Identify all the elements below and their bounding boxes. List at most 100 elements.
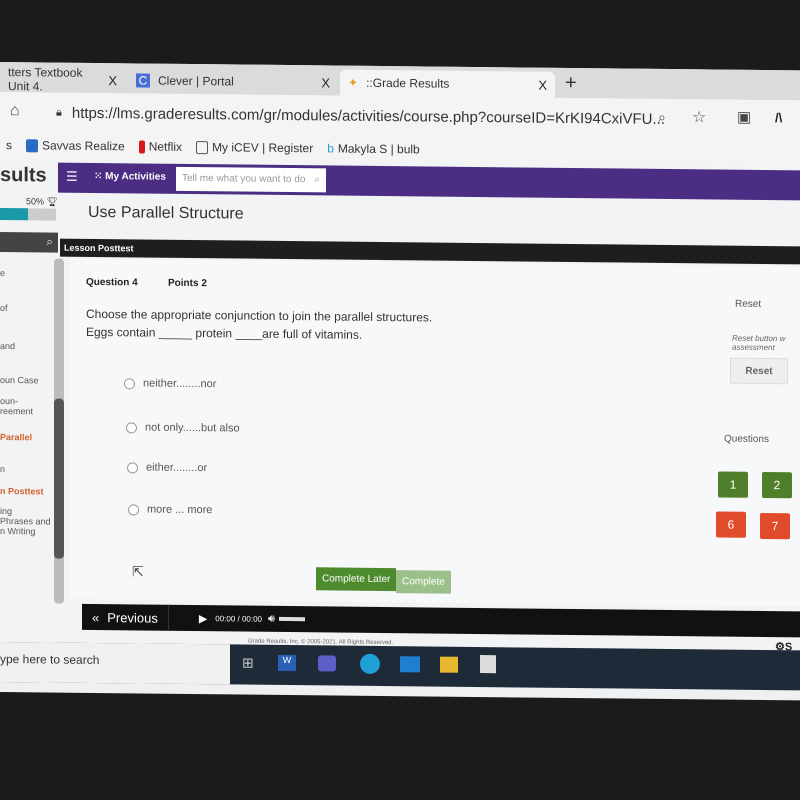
bookmark-savvas[interactable]: Savvas Realize — [26, 138, 125, 153]
close-icon[interactable]: X — [108, 73, 117, 88]
tab-label: tters Textbook Unit 4. — [8, 65, 83, 94]
favorite-icon[interactable]: ☆ — [692, 107, 706, 127]
grade-results-icon: ✦ — [348, 75, 359, 90]
sidebar-item[interactable]: ing Phrases and n Writing — [0, 506, 51, 537]
bookmark-icev[interactable]: My iCEV | Register — [196, 140, 313, 156]
question-points: Points 2 — [168, 277, 207, 290]
option-not-only-but-also[interactable]: not only......but also — [126, 421, 240, 435]
sidebar-item[interactable]: and — [0, 341, 15, 351]
close-icon[interactable]: X — [538, 77, 547, 92]
option-label: more ... more — [147, 503, 213, 517]
teams-icon[interactable] — [318, 655, 336, 672]
tab-clever[interactable]: C Clever | Portal X — [128, 67, 338, 95]
bookmark[interactable]: s — [6, 138, 12, 152]
sidebar-item[interactable]: n Posttest — [0, 486, 44, 496]
mail-icon[interactable] — [400, 656, 420, 673]
sidebar-item[interactable]: of — [0, 303, 8, 313]
close-icon[interactable]: X — [321, 75, 330, 90]
chevrons-left-icon: « — [92, 609, 100, 625]
question-number: Question 4 — [86, 276, 138, 289]
taskbar-search[interactable]: ype here to search — [0, 642, 230, 685]
extension-icon[interactable]: ▣ — [737, 108, 751, 126]
bookmark-netflix[interactable]: Netflix — [138, 139, 183, 154]
store-icon[interactable] — [480, 655, 496, 674]
savvas-icon — [26, 139, 38, 153]
option-more-more[interactable]: more ... more — [128, 503, 212, 516]
sidebar-item[interactable]: e — [0, 268, 5, 278]
radio-button[interactable] — [126, 421, 137, 433]
sidebar-item[interactable]: oun- reement — [0, 396, 33, 416]
reset-note: Reset button w assessment — [732, 333, 786, 353]
option-label: either........or — [146, 461, 208, 475]
scrollbar-thumb[interactable] — [54, 398, 64, 559]
tab-textbook[interactable]: tters Textbook Unit 4. X — [0, 65, 125, 94]
question-sentence: Eggs contain _____ protein ____are full … — [86, 324, 363, 342]
bulb-icon: b — [327, 141, 334, 156]
sidebar: e of and oun Case oun- reement Parallel … — [0, 198, 60, 599]
tab-grade-results[interactable]: ✦::Grade Results X — [340, 69, 555, 98]
previous-button[interactable]: « Previous — [82, 603, 169, 631]
sidebar-item-active[interactable]: Parallel — [0, 432, 32, 442]
page-title: Use Parallel Structure — [88, 203, 244, 223]
bookmark-label: Netflix — [148, 139, 183, 154]
sidebar-item[interactable]: oun Case — [0, 375, 39, 385]
file-explorer-icon[interactable] — [440, 656, 458, 673]
sidebar-item[interactable]: n — [0, 464, 5, 474]
time-display: 00:00 / 00:00 — [215, 613, 262, 624]
app: sults ☰ ⁙ My Activities Tell me what you… — [0, 158, 800, 653]
radio-button[interactable] — [128, 503, 139, 515]
bookmark-label: My iCEV | Register — [212, 140, 314, 156]
new-tab-button[interactable]: + — [565, 72, 577, 95]
nav-label: My Activities — [105, 171, 166, 183]
taskbar: ype here to search ⊞ W — [0, 642, 800, 691]
complete-later-button[interactable]: Complete Later — [316, 567, 397, 592]
option-neither-nor[interactable]: neither........nor — [124, 377, 216, 390]
netflix-icon — [138, 140, 145, 154]
bookmark-label: Savvas Realize — [42, 138, 125, 154]
grid-icon: ⁙ — [94, 170, 106, 183]
my-activities-link[interactable]: ⁙ My Activities — [94, 171, 166, 183]
option-either-or[interactable]: either........or — [127, 461, 207, 474]
tab-label: Clever | Portal — [158, 73, 234, 89]
profile-icon[interactable]: /\ — [775, 110, 782, 125]
question-button-2[interactable]: 2 — [762, 471, 792, 499]
radio-button[interactable] — [124, 377, 135, 389]
question-button-6[interactable]: 6 — [716, 511, 746, 538]
play-icon[interactable]: ▶ — [199, 612, 207, 625]
clever-icon: C — [136, 73, 150, 88]
logo: sults — [0, 164, 47, 187]
scrollbar[interactable] — [54, 258, 64, 604]
question-button-1[interactable]: 1 — [718, 471, 748, 498]
volume-icon[interactable]: 🔊︎ — [268, 612, 275, 625]
home-icon[interactable]: ⌂ — [10, 102, 20, 120]
reset-link[interactable]: Reset — [735, 299, 761, 310]
search-placeholder: Tell me what you want to do — [182, 172, 306, 186]
search-input[interactable]: Tell me what you want to do ⌕ — [176, 166, 326, 193]
page-icon — [196, 141, 209, 155]
menu-icon[interactable]: ☰ — [66, 169, 78, 185]
bookmark-label: Makyla S | bulb — [337, 141, 420, 157]
question-card: Question 4 Points 2 Choose the appropria… — [70, 258, 800, 607]
top-nav: ☰ ⁙ My Activities Tell me what you want … — [58, 162, 800, 201]
address-bar[interactable]: 🔒︎ https://lms.graderesults.com/gr/module… — [50, 99, 690, 134]
edge-icon[interactable] — [360, 653, 380, 674]
complete-button[interactable]: Complete — [396, 570, 451, 594]
tab-label: ::Grade Results — [366, 75, 450, 91]
previous-label: Previous — [107, 609, 158, 626]
radio-button[interactable] — [127, 461, 138, 473]
task-view-icon[interactable]: ⊞ — [242, 655, 254, 672]
audio-player: « Previous ▶ 00:00 / 00:00 🔊︎ — [82, 603, 800, 638]
reset-button[interactable]: Reset — [730, 357, 788, 385]
question-button-7[interactable]: 7 — [760, 512, 790, 540]
word-icon[interactable]: W — [278, 654, 296, 672]
zoom-icon[interactable]: ⌕ — [658, 109, 666, 126]
search-icon: ⌕ — [314, 174, 320, 186]
url-text: https://lms.graderesults.com/gr/modules/… — [71, 104, 666, 128]
questions-label: Questions — [724, 433, 770, 446]
lock-icon: 🔒︎ — [56, 106, 62, 119]
option-label: neither........nor — [143, 377, 217, 391]
cursor-icon: ⇱ — [132, 563, 144, 580]
volume-slider[interactable] — [278, 616, 305, 622]
bookmark-bulb[interactable]: b Makyla S | bulb — [327, 141, 420, 156]
question-prompt: Choose the appropriate conjunction to jo… — [86, 306, 433, 325]
